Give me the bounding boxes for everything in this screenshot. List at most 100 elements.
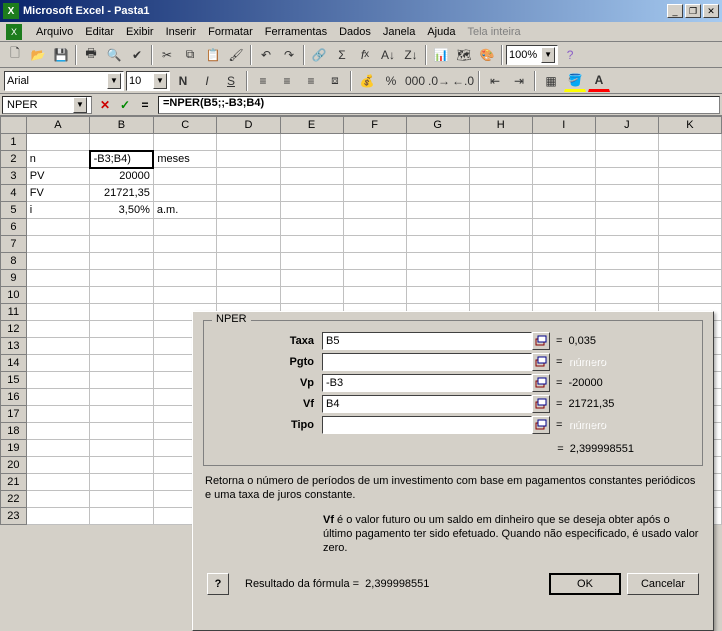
column-header-J[interactable]: J — [595, 117, 658, 134]
cell-J9[interactable] — [595, 270, 658, 287]
cell-F1[interactable] — [343, 134, 406, 151]
cell-G4[interactable] — [406, 185, 469, 202]
cell-K5[interactable] — [658, 202, 721, 219]
cell-B20[interactable] — [90, 457, 154, 474]
cell-H6[interactable] — [469, 219, 532, 236]
cell-J2[interactable] — [595, 151, 658, 168]
cell-A3[interactable]: PV — [26, 168, 89, 185]
cell-B3[interactable]: 20000 — [90, 168, 154, 185]
borders-icon[interactable]: ▦ — [540, 70, 562, 92]
cell-B4[interactable]: 21721,35 — [90, 185, 154, 202]
cell-B10[interactable] — [90, 287, 154, 304]
cell-D7[interactable] — [217, 236, 280, 253]
cell-G6[interactable] — [406, 219, 469, 236]
row-header-2[interactable]: 2 — [1, 151, 27, 168]
name-box[interactable]: NPER ▼ — [2, 96, 92, 114]
column-header-E[interactable]: E — [280, 117, 343, 134]
cell-J7[interactable] — [595, 236, 658, 253]
cancel-formula-icon[interactable]: ✕ — [96, 96, 114, 114]
equals-icon[interactable]: = — [136, 96, 154, 114]
menu-tools[interactable]: Ferramentas — [259, 24, 333, 40]
column-header-D[interactable]: D — [217, 117, 280, 134]
cell-E10[interactable] — [280, 287, 343, 304]
row-header-7[interactable]: 7 — [1, 236, 27, 253]
cell-D1[interactable] — [217, 134, 280, 151]
sort-desc-icon[interactable]: Z↓ — [400, 44, 422, 66]
cell-H1[interactable] — [469, 134, 532, 151]
align-right-icon[interactable]: ≡ — [300, 70, 322, 92]
arg-input-Taxa[interactable]: B5 — [322, 332, 532, 350]
cell-B11[interactable] — [90, 304, 154, 321]
cell-B14[interactable] — [90, 355, 154, 372]
cell-E5[interactable] — [280, 202, 343, 219]
row-header-13[interactable]: 13 — [1, 338, 27, 355]
refedit-icon[interactable] — [532, 374, 550, 392]
cell-H5[interactable] — [469, 202, 532, 219]
map-icon[interactable]: 🗺 — [453, 44, 475, 66]
refedit-icon[interactable] — [532, 395, 550, 413]
cell-B5[interactable]: 3,50% — [90, 202, 154, 219]
arg-input-Tipo[interactable] — [322, 416, 532, 434]
chevron-down-icon[interactable]: ▼ — [541, 47, 555, 63]
cell-K2[interactable] — [658, 151, 721, 168]
cell-A8[interactable] — [26, 253, 89, 270]
chevron-down-icon[interactable]: ▼ — [107, 73, 121, 89]
cell-D5[interactable] — [217, 202, 280, 219]
font-color-icon[interactable]: A — [588, 70, 610, 92]
column-header-F[interactable]: F — [343, 117, 406, 134]
cell-C9[interactable] — [153, 270, 217, 287]
cell-K10[interactable] — [658, 287, 721, 304]
column-header-K[interactable]: K — [658, 117, 721, 134]
cell-E8[interactable] — [280, 253, 343, 270]
cell-B17[interactable] — [90, 406, 154, 423]
row-header-18[interactable]: 18 — [1, 423, 27, 440]
maximize-button[interactable]: ❐ — [685, 4, 701, 18]
column-header-C[interactable]: C — [153, 117, 217, 134]
cell-I6[interactable] — [532, 219, 595, 236]
cell-E9[interactable] — [280, 270, 343, 287]
cell-A4[interactable]: FV — [26, 185, 89, 202]
font-size-combo[interactable]: 10▼ — [126, 71, 170, 91]
cell-C8[interactable] — [153, 253, 217, 270]
cell-C7[interactable] — [153, 236, 217, 253]
print-preview-icon[interactable]: 🔍 — [103, 44, 125, 66]
undo-icon[interactable]: ↶ — [255, 44, 277, 66]
menu-data[interactable]: Dados — [333, 24, 377, 40]
cell-J10[interactable] — [595, 287, 658, 304]
cell-C10[interactable] — [153, 287, 217, 304]
row-header-11[interactable]: 11 — [1, 304, 27, 321]
select-all-corner[interactable] — [1, 117, 27, 134]
cell-A22[interactable] — [26, 491, 89, 508]
column-header-H[interactable]: H — [469, 117, 532, 134]
row-header-15[interactable]: 15 — [1, 372, 27, 389]
cell-F7[interactable] — [343, 236, 406, 253]
increase-indent-icon[interactable]: ⇥ — [508, 70, 530, 92]
cell-J1[interactable] — [595, 134, 658, 151]
cell-J4[interactable] — [595, 185, 658, 202]
cell-B13[interactable] — [90, 338, 154, 355]
redo-icon[interactable]: ↷ — [278, 44, 300, 66]
cell-E1[interactable] — [280, 134, 343, 151]
cut-icon[interactable]: ✂ — [156, 44, 178, 66]
row-header-22[interactable]: 22 — [1, 491, 27, 508]
row-header-19[interactable]: 19 — [1, 440, 27, 457]
cell-A7[interactable] — [26, 236, 89, 253]
cell-E4[interactable] — [280, 185, 343, 202]
cell-I8[interactable] — [532, 253, 595, 270]
cell-B22[interactable] — [90, 491, 154, 508]
row-header-16[interactable]: 16 — [1, 389, 27, 406]
cell-I4[interactable] — [532, 185, 595, 202]
column-header-A[interactable]: A — [26, 117, 89, 134]
cell-G10[interactable] — [406, 287, 469, 304]
cell-A17[interactable] — [26, 406, 89, 423]
bold-icon[interactable]: N — [172, 70, 194, 92]
cell-H2[interactable] — [469, 151, 532, 168]
cell-A5[interactable]: i — [26, 202, 89, 219]
cell-A10[interactable] — [26, 287, 89, 304]
merge-center-icon[interactable]: ⧈ — [324, 70, 346, 92]
align-center-icon[interactable]: ≡ — [276, 70, 298, 92]
refedit-icon[interactable] — [532, 353, 550, 371]
currency-icon[interactable]: 💰 — [356, 70, 378, 92]
cell-K9[interactable] — [658, 270, 721, 287]
cell-D8[interactable] — [217, 253, 280, 270]
